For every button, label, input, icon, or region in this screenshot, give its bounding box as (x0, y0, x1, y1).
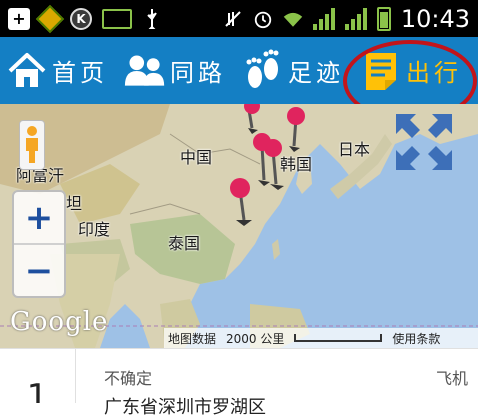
nav-item-home[interactable]: 首页 (0, 37, 118, 104)
signal-icon (312, 7, 335, 30)
usb-icon (142, 8, 162, 29)
mute-icon (223, 9, 243, 29)
nav-item-travel[interactable]: 出行 (354, 37, 478, 104)
nav-item-track[interactable]: 足迹 (236, 37, 354, 104)
plus-box-icon: + (8, 7, 30, 30)
map-pin[interactable] (244, 104, 260, 134)
nav-label-travel: 出行 (406, 59, 462, 87)
trip-list: 1 不确定 飞机 广东省深圳市罗湖区 (0, 348, 478, 418)
map-view[interactable]: 中国 韩国 日本 阿富汗 坦 印度 泰国 + − Google 地图数据 200… (0, 104, 478, 348)
clock-time: 10:43 (400, 4, 470, 33)
google-logo: Google (10, 307, 109, 337)
list-item-title: 广东省深圳市罗湖区 (104, 397, 266, 418)
nav-label-track: 足迹 (288, 59, 344, 87)
k-app-icon: K (70, 7, 92, 30)
map-attribution: 地图数据 2000 公里 使用条款 (164, 328, 478, 348)
people-icon (124, 50, 166, 92)
nav-item-route[interactable]: 同路 (118, 37, 236, 104)
list-item-index: 1 (0, 349, 76, 403)
diamond-app-icon (35, 4, 65, 33)
map-pin[interactable] (287, 107, 305, 152)
bbm-icon (102, 8, 132, 29)
top-nav-bar: 首页 同路 足迹 出行 (0, 37, 478, 104)
list-item-status: 不确定 (104, 369, 153, 388)
home-icon (6, 50, 48, 92)
zoom-in-button[interactable]: + (14, 192, 64, 243)
battery-charging-icon (376, 6, 391, 31)
fullscreen-icon[interactable] (394, 112, 454, 172)
zoom-control: + − (12, 190, 66, 298)
map-data-label[interactable]: 地图数据 (168, 330, 216, 347)
alarm-icon (253, 9, 273, 29)
list-item-transport-type: 飞机 (435, 369, 468, 388)
terms-link[interactable]: 使用条款 (392, 330, 440, 347)
notepad-icon (360, 50, 402, 92)
status-right: 10:43 (223, 5, 470, 33)
zoom-out-button[interactable]: − (14, 243, 64, 296)
scale-bar (294, 334, 383, 342)
map-pin[interactable] (230, 178, 252, 226)
signal-icon-2 (344, 7, 367, 30)
wifi-icon (283, 9, 303, 29)
street-view-pegman-icon[interactable] (19, 120, 45, 170)
nav-label-home: 首页 (52, 59, 108, 87)
status-bar: + K 10:43 (0, 0, 478, 37)
footprints-icon (242, 49, 284, 92)
nav-label-route: 同路 (170, 59, 226, 87)
scale-label: 2000 公里 (226, 331, 285, 346)
status-left: + K (8, 4, 162, 33)
list-item-index-number: 1 (26, 377, 49, 403)
